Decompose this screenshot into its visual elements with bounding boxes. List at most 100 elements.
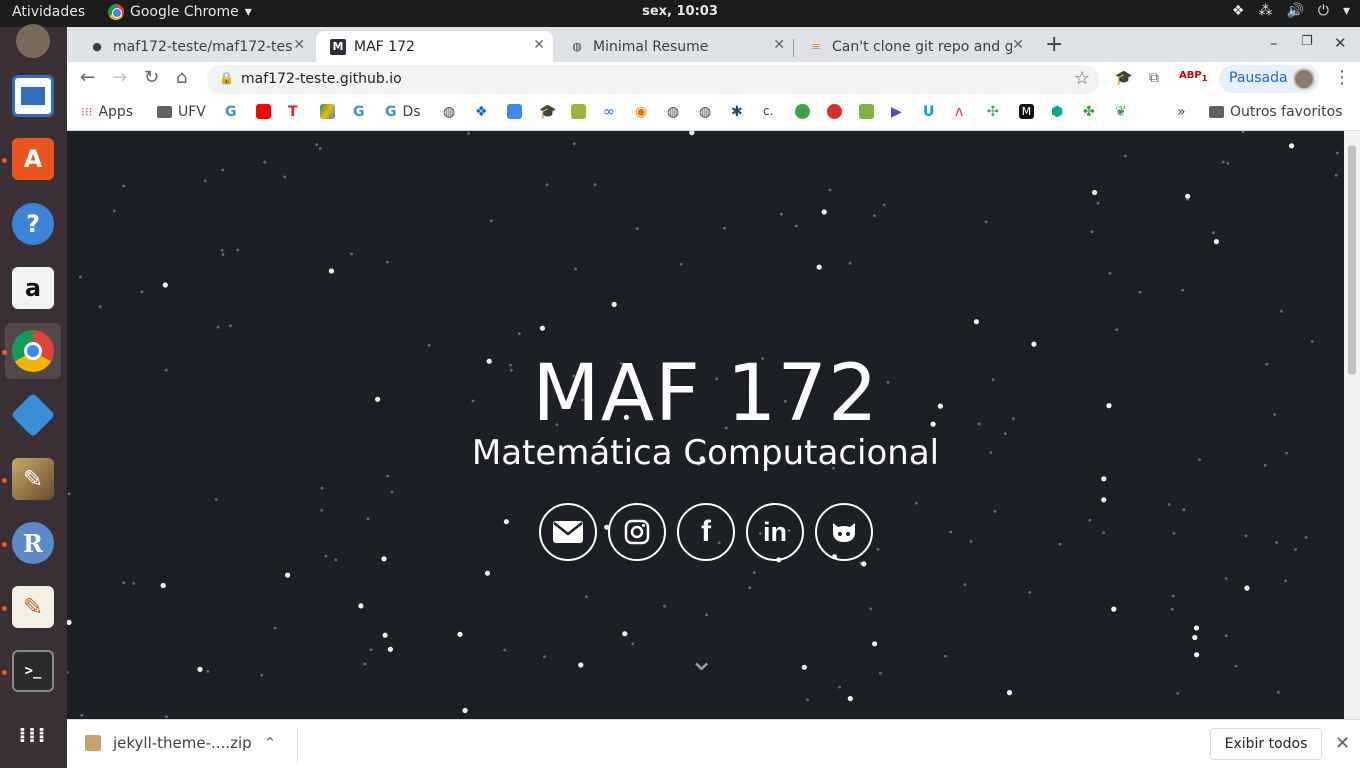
dock-chrome[interactable]: [5, 323, 61, 379]
volume-icon[interactable]: 🔊: [1286, 3, 1303, 19]
linkedin-link[interactable]: in: [746, 503, 804, 561]
dock-amazon[interactable]: a: [5, 260, 61, 316]
home-button[interactable]: ⌂: [176, 67, 187, 88]
star: [848, 261, 852, 265]
show-all-button[interactable]: Exibir todos: [1210, 728, 1322, 760]
star: [1212, 231, 1215, 235]
tab-minimal-resume[interactable]: ◍ Minimal Resume ✕: [555, 31, 793, 62]
bookmark-chart[interactable]: [859, 104, 874, 119]
bookmark-scholar[interactable]: 🎓: [539, 104, 556, 120]
graduation-cap-icon[interactable]: 🎓: [1115, 70, 1132, 86]
star: [132, 582, 136, 585]
page-scrollbar[interactable]: [1344, 131, 1360, 719]
dock-paint[interactable]: ✎: [5, 451, 61, 507]
bookmark-hexagon[interactable]: ⬢: [1051, 104, 1063, 120]
bookmark-green-circle[interactable]: [795, 104, 810, 119]
bookmark-t[interactable]: T: [288, 104, 298, 120]
close-icon[interactable]: ✕: [773, 37, 785, 53]
bookmark-cube[interactable]: [571, 104, 586, 119]
t-icon: T: [288, 104, 298, 120]
bookmark-star-icon[interactable]: ☆: [1074, 68, 1090, 89]
chevron-up-icon[interactable]: ⌃: [264, 734, 277, 752]
new-tab-button[interactable]: +: [1045, 32, 1063, 57]
bookmark-purple[interactable]: ▶: [891, 104, 902, 120]
scrollbar-thumb[interactable]: [1348, 145, 1356, 375]
dock-help[interactable]: ?: [5, 196, 61, 252]
bookmark-codecogs[interactable]: c.: [763, 104, 773, 118]
bookmark-leaf[interactable]: ❦: [1115, 104, 1127, 120]
bookmark-medium[interactable]: M: [1019, 104, 1034, 119]
bookmark-red-circle[interactable]: [827, 104, 842, 119]
bookmark-drive[interactable]: [320, 104, 335, 119]
open-external-icon[interactable]: ⧉: [1149, 70, 1159, 86]
power-icon[interactable]: ⏻: [1318, 3, 1329, 19]
bookmarks-overflow[interactable]: »: [1177, 104, 1186, 120]
minimize-button[interactable]: –: [1270, 34, 1278, 52]
email-link[interactable]: [539, 503, 597, 561]
star: [984, 220, 988, 224]
profile-button[interactable]: Pausada: [1219, 65, 1319, 93]
reload-button[interactable]: ↻: [144, 67, 159, 88]
bookmark-ufv[interactable]: UFV: [157, 104, 206, 120]
document-viewer-icon: [12, 75, 54, 117]
bookmark-infinity[interactable]: ∞: [603, 104, 615, 120]
system-tray[interactable]: ❖ ⁂ 🔊 ⏻ ▾: [1232, 3, 1350, 19]
bookmark-apps[interactable]: ⁝⁝⁝ Apps: [81, 104, 133, 120]
dock-software-store[interactable]: A: [5, 131, 61, 187]
scroll-down-icon[interactable]: ⌄: [689, 643, 714, 678]
close-icon[interactable]: ✕: [1335, 733, 1350, 754]
dock-document-viewer[interactable]: [5, 68, 61, 124]
bookmark-google-2[interactable]: G: [353, 104, 365, 120]
facebook-link[interactable]: f: [677, 503, 735, 561]
bookmark-udemy[interactable]: U: [923, 104, 934, 120]
clock[interactable]: sex, 10:03: [0, 4, 1360, 19]
bookmark-molecule[interactable]: ✣: [987, 104, 999, 120]
tab-stackoverflow[interactable]: ≡ Can't clone git repo and g ✕: [794, 31, 1032, 62]
bookmark-globe-3[interactable]: ◍: [699, 104, 711, 120]
star: [1172, 532, 1176, 535]
bookmark-bug[interactable]: ✱: [731, 104, 743, 120]
github-link[interactable]: [815, 503, 873, 561]
dock-terminal[interactable]: >_: [5, 643, 61, 699]
bookmark-google[interactable]: G: [225, 104, 237, 120]
network-icon[interactable]: ⁂: [1258, 3, 1272, 19]
bookmark-dropbox[interactable]: ❖: [475, 104, 488, 120]
forward-button[interactable]: →: [112, 67, 127, 88]
tab-github[interactable]: ● maf172-teste/maf172-teste ✕: [75, 31, 313, 62]
bookmark-youtube[interactable]: [256, 104, 271, 119]
bookmark-android[interactable]: ✤: [1083, 104, 1095, 120]
dock-show-apps[interactable]: ⁞⁞⁞: [5, 707, 61, 763]
star: [1193, 625, 1200, 631]
bookmark-globe-1[interactable]: ◍: [443, 104, 455, 120]
chevron-down-icon[interactable]: ▾: [1343, 3, 1350, 19]
adblock-icon[interactable]: ABP1: [1179, 70, 1208, 83]
dock-dropbox[interactable]: [5, 387, 61, 443]
bookmark-script[interactable]: ʌ: [955, 104, 963, 120]
dock-r[interactable]: R: [5, 515, 61, 571]
more-options-icon[interactable]: ⋮: [1333, 67, 1351, 88]
close-icon[interactable]: ✕: [1012, 37, 1024, 53]
lock-icon[interactable]: 🔒: [219, 71, 234, 85]
url-text[interactable]: maf172-teste.github.io: [241, 71, 402, 87]
star: [1090, 230, 1094, 234]
bookmark-ds[interactable]: G Ds: [385, 104, 421, 120]
apps-grid-icon: ⁞⁞⁞: [18, 723, 48, 747]
dock-text-editor[interactable]: ✎: [5, 579, 61, 635]
window-close-button[interactable]: ✕: [1334, 34, 1347, 52]
bookmark-translate[interactable]: [507, 104, 522, 119]
dropbox-icon: ❖: [475, 104, 488, 120]
close-icon[interactable]: ✕: [533, 37, 545, 53]
bookmark-other-favorites[interactable]: Outros favoritos: [1209, 104, 1343, 120]
star: [283, 175, 287, 179]
bookmark-globe-2[interactable]: ◍: [667, 104, 679, 120]
download-item[interactable]: jekyll-theme-....zip ⌃: [85, 734, 276, 752]
tab-maf172[interactable]: M MAF 172 ✕: [316, 31, 553, 62]
address-bar[interactable]: 🔒 maf172-teste.github.io ☆: [207, 65, 1100, 94]
dropbox-tray-icon[interactable]: ❖: [1232, 3, 1245, 19]
dock-audio[interactable]: [5, 13, 61, 69]
close-icon[interactable]: ✕: [293, 37, 305, 53]
restore-button[interactable]: ❐: [1301, 34, 1313, 49]
bookmark-eye[interactable]: ◉: [635, 104, 647, 120]
back-button[interactable]: ←: [80, 67, 95, 88]
instagram-link[interactable]: [608, 503, 666, 561]
